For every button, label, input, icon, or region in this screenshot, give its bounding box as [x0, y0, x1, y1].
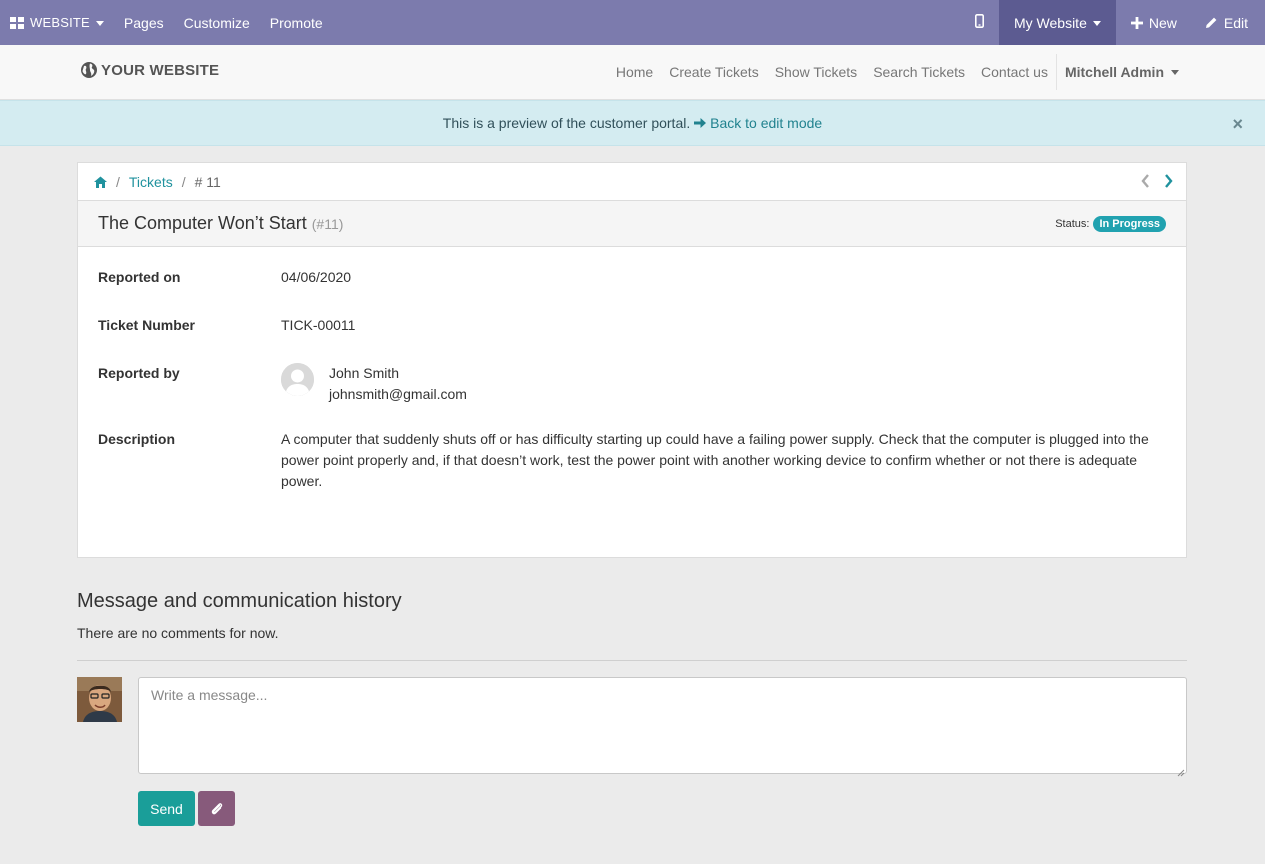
edit-button[interactable]: Edit	[1192, 0, 1265, 45]
pencil-icon	[1205, 16, 1218, 29]
ticket-title: The Computer Won’t Start	[98, 213, 307, 233]
breadcrumb: / Tickets / # 11	[77, 162, 1187, 201]
reporter-name: John Smith	[329, 365, 400, 381]
apps-grid-icon	[10, 16, 24, 29]
new-button[interactable]: New	[1116, 0, 1192, 45]
new-label: New	[1148, 14, 1177, 31]
edit-label: Edit	[1223, 14, 1248, 31]
menu-customize[interactable]: Customize	[174, 0, 260, 45]
plus-icon	[1130, 16, 1143, 29]
reported-on-value: 04/06/2020	[281, 269, 352, 285]
attach-button[interactable]	[198, 791, 235, 826]
close-icon[interactable]: ×	[1232, 114, 1243, 135]
admin-bar: WEBSITE Pages Customize Promote My Websi…	[0, 0, 1265, 45]
nav-create-tickets[interactable]: Create Tickets	[661, 64, 766, 80]
chevron-right-icon[interactable]	[1164, 173, 1174, 189]
description-value: A computer that suddenly shuts off or ha…	[281, 431, 1149, 489]
website-switcher-label: My Website	[1013, 14, 1087, 31]
website-switcher[interactable]: My Website	[998, 0, 1116, 45]
mobile-preview-button[interactable]	[960, 0, 999, 45]
globe-icon	[80, 61, 98, 79]
ticket-card: The Computer Won’t Start (#11) Status: I…	[77, 201, 1187, 558]
main-nav: Home Create Tickets Show Tickets Search …	[608, 45, 1187, 99]
reporter-email: johnsmith@gmail.com	[329, 386, 467, 402]
user-name: Mitchell Admin	[1064, 64, 1164, 80]
user-menu[interactable]: Mitchell Admin	[1057, 64, 1187, 80]
reported-on-label: Reported on	[98, 269, 181, 285]
section-divider	[77, 660, 1187, 661]
chevron-left-icon[interactable]	[1140, 173, 1150, 189]
message-history-title: Message and communication history	[77, 590, 402, 612]
brand-label: WEBSITE	[30, 15, 90, 30]
send-button[interactable]: Send	[138, 791, 195, 826]
nav-home[interactable]: Home	[608, 64, 661, 80]
avatar	[77, 677, 122, 722]
ticket-header: The Computer Won’t Start (#11) Status: I…	[78, 201, 1186, 247]
back-to-edit-label: Back to edit mode	[710, 114, 823, 131]
nav-contact-us[interactable]: Contact us	[973, 64, 1056, 80]
home-icon[interactable]	[94, 176, 107, 188]
ticket-ref: (#11)	[311, 215, 344, 232]
reported-by-label: Reported by	[98, 365, 180, 381]
website-apps-menu[interactable]: WEBSITE	[0, 0, 114, 45]
preview-alert: This is a preview of the customer portal…	[0, 100, 1265, 146]
chevron-down-icon	[1092, 20, 1101, 26]
site-header: YOUR WEBSITE Home Create Tickets Show Ti…	[0, 45, 1265, 100]
logo-text: YOUR WEBSITE	[101, 61, 220, 79]
paperclip-icon	[210, 802, 224, 816]
reporter-avatar	[281, 363, 314, 396]
chevron-down-icon	[1171, 69, 1179, 75]
breadcrumb-separator: /	[181, 173, 186, 190]
ticket-number-label: Ticket Number	[98, 317, 195, 333]
no-comments-text: There are no comments for now.	[77, 625, 279, 641]
menu-promote[interactable]: Promote	[260, 0, 333, 45]
status-badge: In Progress	[1093, 216, 1166, 232]
menu-pages[interactable]: Pages	[114, 0, 174, 45]
breadcrumb-separator: /	[116, 173, 120, 190]
nav-search-tickets[interactable]: Search Tickets	[865, 64, 973, 80]
message-input[interactable]	[138, 677, 1187, 774]
nav-show-tickets[interactable]: Show Tickets	[767, 64, 865, 80]
breadcrumb-tickets[interactable]: Tickets	[129, 174, 173, 190]
status-label: Status:	[1055, 218, 1090, 230]
description-label: Description	[98, 431, 176, 447]
ticket-status: Status: In Progress	[1055, 216, 1166, 232]
resize-handle-icon[interactable]	[1177, 764, 1185, 777]
ticket-number-value: TICK-00011	[281, 317, 356, 333]
arrow-right-icon	[694, 116, 707, 132]
chevron-down-icon	[95, 20, 104, 26]
back-to-edit-link[interactable]: Back to edit mode	[694, 115, 822, 132]
site-logo[interactable]: YOUR WEBSITE	[80, 61, 219, 79]
alert-text: This is a preview of the customer portal…	[442, 115, 691, 131]
record-pager	[1140, 173, 1174, 189]
mobile-icon	[974, 14, 984, 31]
breadcrumb-current: # 11	[194, 173, 221, 190]
